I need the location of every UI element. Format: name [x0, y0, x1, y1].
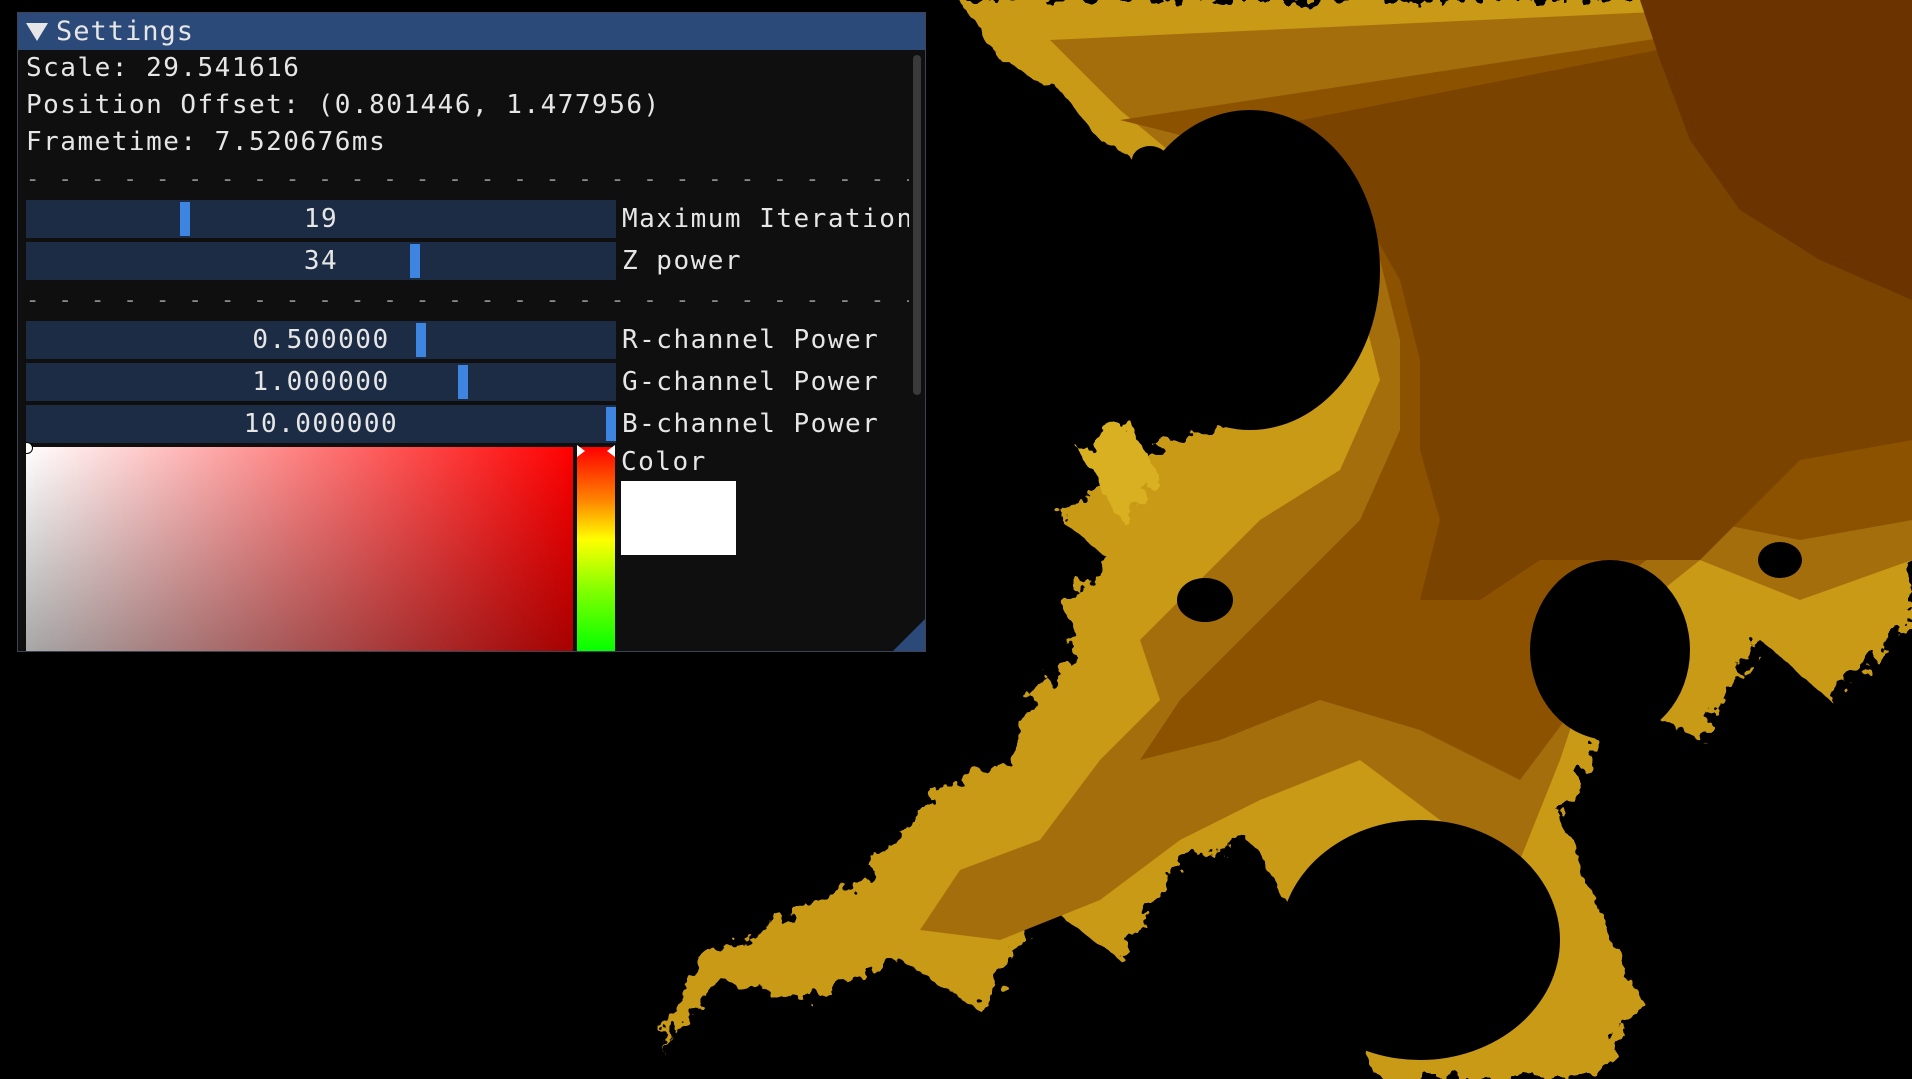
hue-arrow-left-icon — [577, 445, 585, 457]
slider-value: 34 — [303, 246, 339, 276]
max-iteration-slider[interactable]: 19 — [26, 200, 616, 238]
slider-grab[interactable] — [606, 407, 616, 441]
color-preview-area: Color — [621, 447, 736, 651]
slider-grab[interactable] — [410, 244, 421, 278]
picker-cursor[interactable] — [26, 442, 33, 454]
b-channel-row: 10.000000 B-channel Power — [26, 403, 909, 445]
b-channel-slider[interactable]: 10.000000 — [26, 405, 616, 443]
color-label: Color — [621, 447, 707, 477]
color-picker: Color — [26, 442, 909, 651]
resize-grip-icon[interactable] — [893, 619, 925, 651]
window-content: Scale: 29.541616 Position Offset: (0.801… — [26, 50, 909, 651]
slider-grab[interactable] — [180, 202, 191, 236]
separator: - - - - - - - - - - - - - - - - - - - - … — [26, 288, 909, 313]
frametime-text: Frametime: 7.520676ms — [26, 127, 387, 157]
slider-label: B-channel Power — [622, 409, 880, 439]
slider-value: 10.000000 — [243, 409, 399, 439]
slider-label: G-channel Power — [622, 367, 880, 397]
slider-label: Maximum Iteration — [622, 204, 909, 234]
saturation-value-square[interactable] — [26, 442, 573, 651]
slider-value: 19 — [303, 204, 339, 234]
slider-label: Z power — [622, 246, 743, 276]
scale-text: Scale: 29.541616 — [26, 53, 301, 83]
slider-value: 0.500000 — [252, 325, 390, 355]
slider-label: R-channel Power — [622, 325, 880, 355]
position-offset-text: Position Offset: (0.801446, 1.477956) — [26, 90, 661, 120]
window-title-bar[interactable]: Settings — [18, 13, 925, 50]
settings-window[interactable]: Settings Scale: 29.541616 Position Offse… — [17, 12, 926, 652]
slider-grab[interactable] — [416, 323, 427, 357]
slider-grab[interactable] — [457, 365, 468, 399]
z-power-row: 34 Z power — [26, 240, 909, 282]
collapse-triangle-icon[interactable] — [26, 22, 48, 41]
r-channel-slider[interactable]: 0.500000 — [26, 321, 616, 359]
max-iteration-row: 19 Maximum Iteration — [26, 198, 909, 240]
g-channel-row: 1.000000 G-channel Power — [26, 361, 909, 403]
hue-bar[interactable] — [577, 445, 615, 651]
scrollbar[interactable] — [913, 55, 921, 395]
g-channel-slider[interactable]: 1.000000 — [26, 363, 616, 401]
color-swatch[interactable] — [621, 481, 736, 555]
z-power-slider[interactable]: 34 — [26, 242, 616, 280]
separator: - - - - - - - - - - - - - - - - - - - - … — [26, 167, 909, 192]
slider-value: 1.000000 — [252, 367, 390, 397]
r-channel-row: 0.500000 R-channel Power — [26, 319, 909, 361]
hue-arrow-right-icon — [607, 445, 615, 457]
window-title: Settings — [56, 16, 195, 47]
